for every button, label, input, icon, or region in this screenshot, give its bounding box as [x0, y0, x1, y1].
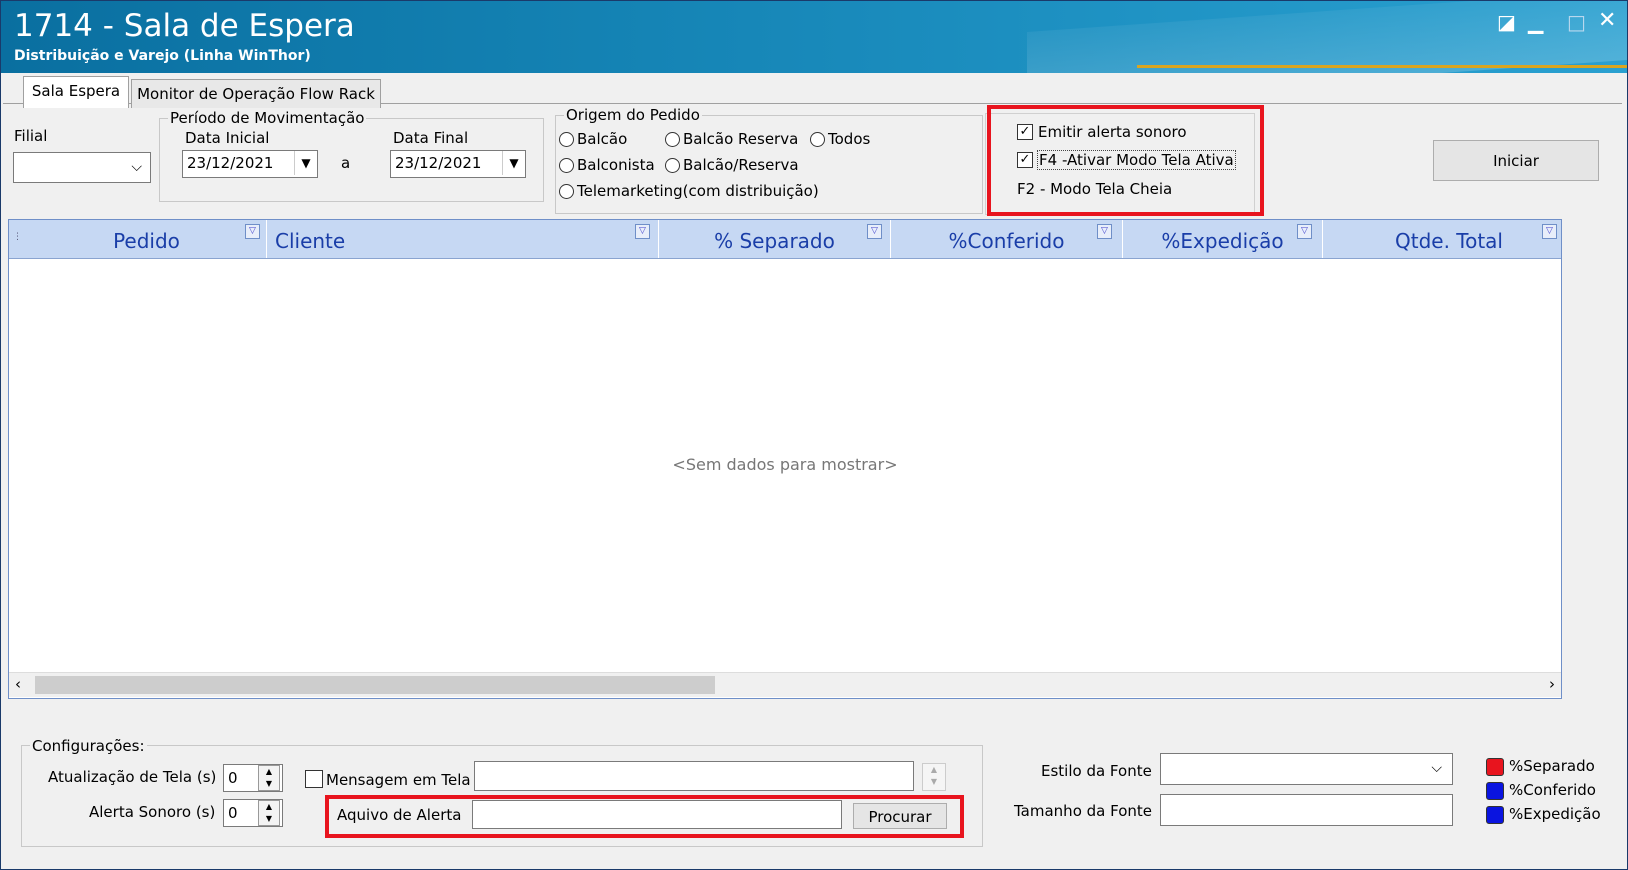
filial-label: Filial: [14, 127, 48, 145]
column-conferido[interactable]: %Conferido ▽: [891, 220, 1123, 258]
radio-balcao-label: Balcão: [577, 130, 628, 148]
mensagem-checkbox[interactable]: [305, 770, 323, 788]
tab-monitor-flow-rack[interactable]: Monitor de Operação Flow Rack: [131, 79, 381, 108]
dropdown-arrow-icon[interactable]: ▼: [502, 151, 525, 175]
radio-balcao-barra-reserva-label: Balcão/Reserva: [683, 156, 799, 174]
grip-icon[interactable]: ⋮: [13, 232, 22, 242]
radio-balconista-label: Balconista: [577, 156, 655, 174]
minimize-icon[interactable]: ▁: [1528, 10, 1543, 34]
highlight-options: [987, 105, 1264, 216]
radio-balcao-reserva[interactable]: [665, 132, 680, 147]
filter-icon[interactable]: ▽: [635, 224, 650, 239]
column-separado[interactable]: % Separado ▽: [659, 220, 891, 258]
column-conferido-label: %Conferido: [948, 229, 1065, 253]
estilo-fonte-label: Estilo da Fonte: [1041, 762, 1152, 780]
column-expedicao-label: %Expedição: [1161, 229, 1284, 253]
separado-color-swatch[interactable]: [1486, 758, 1504, 776]
alerta-sonoro-value: 0: [228, 804, 238, 822]
scroll-right-icon[interactable]: ›: [1549, 675, 1555, 693]
data-inicial-label: Data Inicial: [185, 129, 270, 147]
close-icon[interactable]: ✕: [1598, 8, 1616, 33]
data-inicial-value: 23/12/2021: [187, 154, 274, 172]
filter-icon[interactable]: ▽: [1542, 224, 1557, 239]
column-cliente[interactable]: Cliente ▽: [267, 220, 659, 258]
radio-balcao-barra-reserva[interactable]: [665, 158, 680, 173]
chevron-down-icon: ⌵: [131, 159, 142, 175]
window-title: 1714 - Sala de Espera: [14, 8, 355, 44]
origem-legend: Origem do Pedido: [564, 106, 702, 124]
column-cliente-label: Cliente: [275, 229, 346, 253]
tamanho-fonte-label: Tamanho da Fonte: [1014, 802, 1153, 820]
column-expedicao[interactable]: %Expedição ▽: [1123, 220, 1323, 258]
iniciar-button[interactable]: Iniciar: [1433, 140, 1599, 181]
scroll-thumb[interactable]: [35, 676, 715, 694]
mensagem-input[interactable]: [474, 761, 914, 791]
chevron-down-icon: ⌵: [1431, 760, 1442, 776]
column-pedido[interactable]: Pedido ▽: [27, 220, 267, 258]
atualizacao-label: Atualização de Tela (s): [48, 768, 217, 786]
filter-icon[interactable]: ▽: [1097, 224, 1112, 239]
radio-balcao[interactable]: [559, 132, 574, 147]
config-legend: Configurações:: [30, 737, 147, 755]
conferido-color-swatch[interactable]: [1486, 782, 1504, 800]
column-separado-label: % Separado: [714, 229, 835, 253]
tamanho-fonte-input[interactable]: [1160, 794, 1453, 826]
filter-icon[interactable]: ▽: [245, 224, 260, 239]
radio-telemarketing[interactable]: [559, 184, 574, 199]
filial-select[interactable]: ⌵: [13, 152, 151, 183]
data-final-input[interactable]: 23/12/2021 ▼: [390, 150, 526, 178]
grid-header: ⋮ Pedido ▽ Cliente ▽ % Separado ▽ %Confe…: [9, 220, 1561, 259]
column-pedido-label: Pedido: [113, 229, 180, 253]
radio-balcao-reserva-label: Balcão Reserva: [683, 130, 799, 148]
separado-color-label: %Separado: [1509, 757, 1595, 775]
restore-icon[interactable]: ◪: [1497, 10, 1516, 34]
data-final-label: Data Final: [393, 129, 469, 147]
atualizacao-input[interactable]: 0 ▲ ▼: [223, 764, 283, 792]
orders-grid[interactable]: ⋮ Pedido ▽ Cliente ▽ % Separado ▽ %Confe…: [8, 219, 1562, 699]
spinner-icon[interactable]: ▲ ▼: [258, 800, 280, 826]
mensagem-scroll-icon[interactable]: ▲ ▼: [922, 763, 946, 791]
radio-todos-label: Todos: [828, 130, 871, 148]
filter-icon[interactable]: ▽: [1297, 224, 1312, 239]
column-qtde-total[interactable]: Qtde. Total ▽: [1323, 220, 1575, 258]
maximize-icon[interactable]: □: [1567, 10, 1586, 34]
spinner-icon[interactable]: ▲ ▼: [258, 765, 280, 791]
expedicao-color-swatch[interactable]: [1486, 806, 1504, 824]
atualizacao-value: 0: [228, 769, 238, 787]
radio-telemarketing-label: Telemarketing(com distribuição): [577, 182, 819, 200]
dropdown-arrow-icon[interactable]: ▼: [294, 151, 317, 175]
data-inicial-input[interactable]: 23/12/2021 ▼: [182, 150, 318, 178]
column-qtde-total-label: Qtde. Total: [1394, 229, 1503, 253]
mensagem-label: Mensagem em Tela: [326, 771, 471, 789]
periodo-legend: Período de Movimentação: [168, 109, 367, 127]
radio-balconista[interactable]: [559, 158, 574, 173]
tab-sala-espera[interactable]: Sala Espera: [23, 76, 129, 108]
scroll-left-icon[interactable]: ‹: [15, 675, 21, 693]
radio-todos[interactable]: [810, 132, 825, 147]
estilo-fonte-select[interactable]: ⌵: [1160, 753, 1453, 785]
alerta-sonoro-input[interactable]: 0 ▲ ▼: [223, 799, 283, 827]
empty-message: <Sem dados para mostrar>: [672, 455, 898, 474]
highlight-arquivo: [325, 795, 964, 838]
data-final-value: 23/12/2021: [395, 154, 482, 172]
filter-icon[interactable]: ▽: [867, 224, 882, 239]
alerta-sonoro-label: Alerta Sonoro (s): [89, 803, 216, 821]
conferido-color-label: %Conferido: [1509, 781, 1596, 799]
between-label: a: [341, 154, 351, 172]
expedicao-color-label: %Expedição: [1509, 805, 1601, 823]
horizontal-scrollbar[interactable]: ‹ ›: [9, 672, 1561, 697]
window-subtitle: Distribuição e Varejo (Linha WinThor): [14, 48, 311, 64]
